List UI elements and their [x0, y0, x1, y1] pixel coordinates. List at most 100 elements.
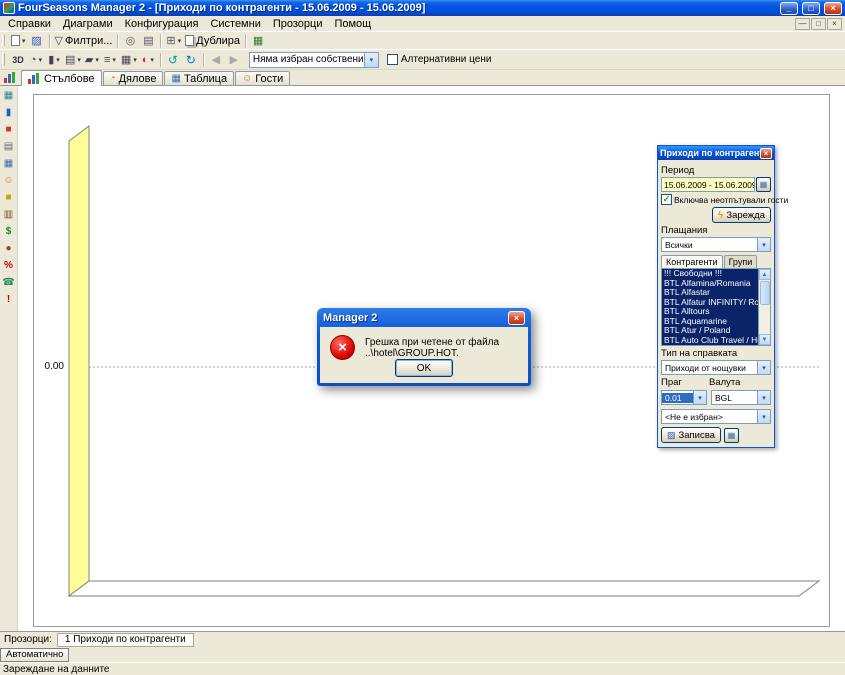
scroll-down-icon[interactable]: ▼ [759, 334, 771, 345]
sidebar-icon-document[interactable]: ▤ [2, 140, 16, 153]
scroll-thumb[interactable] [760, 281, 770, 305]
owner-combo[interactable]: Няма избран собственици ▾ [249, 52, 379, 68]
new-report-button[interactable]: ▾ [9, 33, 28, 49]
list-item[interactable]: BTL Alfastar [662, 288, 770, 298]
duplicate-button-label: Дублира [196, 35, 240, 47]
sidebar-icon-table[interactable]: ▦ [2, 89, 16, 102]
minimize-button[interactable]: _ [780, 2, 798, 15]
menu-bar: Справки Диаграми Конфигурация Системни П… [0, 16, 845, 31]
legend-button[interactable]: ▤ ▾ [63, 52, 83, 68]
window-tab[interactable]: 1 Приходи по контрагенти [57, 633, 194, 647]
duplicate-button[interactable]: Дублира [183, 33, 242, 49]
panel-title-bar[interactable]: Приходи по контрагенти × [658, 146, 774, 160]
sidebar-icon-book[interactable]: ▥ [2, 208, 16, 221]
owner-combo-value: Няма избран собственици [250, 54, 364, 65]
3d-toggle-button[interactable]: 3D [9, 52, 27, 68]
ok-button[interactable]: OK [395, 359, 453, 377]
mdi-restore-button[interactable]: □ [811, 18, 826, 30]
include-guests-label: Включва неотпътували гости [674, 195, 788, 205]
separator [160, 34, 161, 48]
save-report-button[interactable]: ▨ Записва [661, 427, 721, 443]
automatic-button[interactable]: Автоматично [0, 648, 69, 662]
panel-title: Приходи по контрагенти [660, 148, 760, 158]
list-scrollbar[interactable]: ▲ ▼ [758, 269, 770, 345]
tab-pie[interactable]: ◔ Дялове [103, 71, 164, 85]
chevron-down-icon: ▾ [112, 56, 116, 64]
report-type-value: Приходи от нощувки [662, 363, 757, 373]
sidebar-icon-chart[interactable]: ▮ [2, 106, 16, 119]
menu-configuration[interactable]: Конфигурация [119, 16, 205, 31]
alt-prices-checkbox[interactable] [387, 54, 398, 65]
sidebar-icon-blocks[interactable]: ■ [2, 123, 16, 136]
gridlines-button[interactable]: ▦ ▾ [119, 52, 139, 68]
series-style-button[interactable]: ▮ ▾ [45, 52, 63, 68]
previous-view-button[interactable]: ◀ [207, 52, 225, 68]
menu-windows[interactable]: Прозорци [267, 16, 329, 31]
contragents-list[interactable]: !!! Свободни !!! BTL Alfamina/Romania BT… [661, 268, 771, 346]
marks-button[interactable]: ▰ ▾ [83, 52, 101, 68]
report-type-combo[interactable]: Приходи от нощувки ▾ [661, 360, 771, 375]
next-view-button[interactable]: ▶ [225, 52, 243, 68]
payments-combo-value: Всички [662, 240, 757, 250]
menu-diagrams[interactable]: Диаграми [57, 16, 119, 31]
threshold-input[interactable]: 0.01 ▾ [661, 390, 707, 405]
sidebar-icon-phone[interactable]: ☎ [2, 276, 16, 289]
menu-references[interactable]: Справки [2, 16, 57, 31]
dialog-close-button[interactable]: × [508, 311, 525, 325]
tab-groups[interactable]: Групи [724, 255, 758, 268]
next-icon: ▶ [230, 53, 238, 66]
filters-button[interactable]: ▽ Филтри... [53, 33, 115, 49]
list-item[interactable]: BTL Alltours [662, 307, 770, 317]
currency-combo[interactable]: BGL ▾ [711, 390, 771, 405]
tab-table[interactable]: ▦ Таблица [164, 71, 234, 85]
color-button[interactable]: ◐ ▾ [139, 52, 157, 68]
mdi-close-button[interactable]: × [827, 18, 842, 30]
sidebar-icon-alert[interactable]: ! [2, 293, 16, 306]
list-item[interactable]: BTL Alfatur INFINITY/ Romani [662, 298, 770, 308]
copy-button[interactable]: ⊞ ▾ [164, 33, 183, 49]
list-item[interactable]: BTL Atur / Poland [662, 326, 770, 336]
chart-floor [69, 581, 819, 596]
tab-guests[interactable]: ☺ Гости [235, 71, 290, 85]
include-guests-checkbox[interactable]: ✓ [661, 194, 672, 205]
list-item[interactable]: !!! Свободни !!! [662, 269, 770, 279]
undo-button[interactable]: ↺ [164, 52, 182, 68]
options-button[interactable]: ▦ [724, 428, 739, 443]
sidebar-icon-folder[interactable]: ■ [2, 191, 16, 204]
list-item[interactable]: BTL Aquamarine [662, 317, 770, 327]
list-item[interactable]: BTL Alfamina/Romania [662, 279, 770, 289]
mdi-minimize-button[interactable]: — [795, 18, 810, 30]
print-button[interactable]: ▤ [139, 33, 157, 49]
menu-system[interactable]: Системни [204, 16, 266, 31]
load-button[interactable]: ϟ Зарежда [712, 207, 771, 223]
list-item[interactable]: BTL Auto Club Travel / Hunga [662, 336, 770, 346]
sidebar-icon-percent[interactable]: % [2, 259, 16, 272]
sidebar-icon-bar[interactable]: ● [2, 242, 16, 255]
template-combo[interactable]: <Не е избран> ▾ [661, 409, 771, 424]
menu-help[interactable]: Помощ [328, 16, 377, 31]
tab-contragents[interactable]: Контрагенти [661, 255, 723, 268]
period-input[interactable]: 15.06.2009 - 15.06.2009 [661, 177, 755, 192]
sidebar-icon-grid[interactable]: ▦ [2, 157, 16, 170]
dialog-title-bar[interactable]: Manager 2 × [320, 308, 528, 327]
legend-icon: ▤ [65, 53, 75, 66]
maximize-button[interactable]: □ [802, 2, 820, 15]
sidebar-icon-guests[interactable]: ☺ [2, 174, 16, 187]
toolbar-grip [2, 35, 5, 47]
export-table-button[interactable]: ▦ [249, 33, 267, 49]
previous-icon: ◀ [212, 53, 220, 66]
marks-icon: ▰ [85, 53, 93, 66]
save-button[interactable]: ▨ [28, 33, 46, 49]
rotation-button[interactable]: ◔ ▾ [27, 52, 45, 68]
print-preview-button[interactable]: ◎ [121, 33, 139, 49]
payments-combo[interactable]: Всички ▾ [661, 237, 771, 252]
axes-button[interactable]: ≡ ▾ [101, 52, 119, 68]
windows-bar-label: Прозорци: [4, 634, 52, 645]
panel-close-button[interactable]: × [760, 148, 772, 159]
scroll-up-icon[interactable]: ▲ [759, 269, 771, 280]
calendar-button[interactable]: ▦ [756, 177, 771, 192]
close-button[interactable]: × [824, 2, 842, 15]
redo-button[interactable]: ↻ [182, 52, 200, 68]
sidebar-icon-money[interactable]: $ [2, 225, 16, 238]
tab-columns[interactable]: Стълбове [21, 70, 102, 86]
